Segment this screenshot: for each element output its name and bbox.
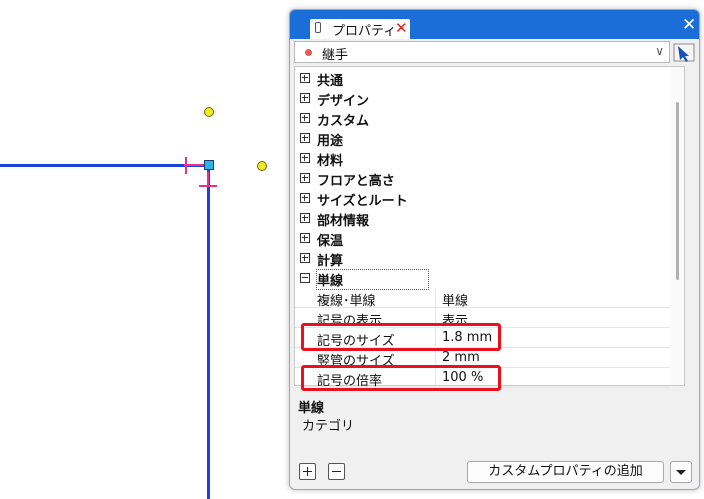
property-value[interactable]: 2 mm <box>442 350 480 365</box>
property-name: 複線･単線 <box>317 294 376 309</box>
expand-icon[interactable] <box>300 133 310 143</box>
category-common[interactable]: 共通 <box>295 69 670 89</box>
grip-circle-top[interactable] <box>204 107 214 117</box>
category-material[interactable]: 材料 <box>295 149 670 169</box>
highlight-symbol-scale <box>301 365 501 391</box>
category-label: 共通 <box>317 74 344 89</box>
panel-close-icon[interactable]: ✕ <box>682 15 696 35</box>
expand-icon[interactable] <box>300 113 310 123</box>
category-label: 計算 <box>317 254 344 269</box>
scrollbar-thumb[interactable] <box>676 102 679 280</box>
category-label: サイズとルート <box>317 194 408 209</box>
cursor-select-icon <box>673 43 695 62</box>
category-label: 材料 <box>317 154 344 169</box>
description-text: カテゴリ <box>302 419 355 434</box>
description-pane: 単線 カテゴリ <box>294 394 694 460</box>
description-title: 単線 <box>298 401 325 416</box>
expand-icon[interactable] <box>300 153 310 163</box>
category-label: 用途 <box>317 134 344 149</box>
chevron-down-icon[interactable]: ∨ <box>655 44 664 58</box>
expand-icon[interactable] <box>300 233 310 243</box>
category-calculation[interactable]: 計算 <box>295 249 670 269</box>
category-label: デザイン <box>317 94 370 109</box>
horizontal-pipe[interactable] <box>0 164 208 167</box>
tab-close-icon[interactable]: ✕ <box>395 19 408 37</box>
tab-properties[interactable]: プロパティ ✕ <box>310 19 410 39</box>
category-label: フロアと高さ <box>317 174 395 189</box>
collapse-all-button[interactable] <box>328 463 345 480</box>
object-type-select[interactable]: 継手 ∨ <box>294 41 670 63</box>
vertical-pipe[interactable] <box>207 165 210 499</box>
add-custom-property-button[interactable]: カスタムプロパティの追加 <box>467 461 664 483</box>
category-design[interactable]: デザイン <box>295 89 670 109</box>
document-icon <box>315 22 321 33</box>
category-label: カスタム <box>317 114 370 129</box>
property-row[interactable]: 複線･単線 単線 <box>295 289 670 309</box>
category-label: 単線 <box>315 269 430 290</box>
object-type-value: 継手 <box>322 48 349 63</box>
object-type-icon <box>305 49 312 56</box>
category-floor-height[interactable]: フロアと高さ <box>295 169 670 189</box>
joint-tick-stem <box>207 172 209 186</box>
category-size-route[interactable]: サイズとルート <box>295 189 670 209</box>
expand-icon[interactable] <box>300 93 310 103</box>
expand-icon[interactable] <box>300 73 310 83</box>
category-custom[interactable]: カスタム <box>295 109 670 129</box>
expand-icon[interactable] <box>300 253 310 263</box>
add-custom-property-dropdown[interactable] <box>670 461 692 483</box>
expand-icon[interactable] <box>300 173 310 183</box>
category-single-line[interactable]: 単線 <box>295 269 670 290</box>
highlight-symbol-size <box>301 323 501 351</box>
property-value[interactable]: 単線 <box>442 290 468 309</box>
category-label: 保温 <box>317 234 344 249</box>
grip-circle-right[interactable] <box>257 161 267 171</box>
expand-all-button[interactable] <box>299 463 316 480</box>
properties-panel: プロパティ ✕ ✕ 継手 ∨ 共通 デザイン カスタム 用途 材料 フロアと高さ… <box>289 9 700 490</box>
category-usage[interactable]: 用途 <box>295 129 670 149</box>
property-grid: 共通 デザイン カスタム 用途 材料 フロアと高さ サイズとルート 部材情報 保… <box>294 66 685 391</box>
collapse-icon[interactable] <box>300 273 310 283</box>
grip-square-joint[interactable] <box>204 160 214 170</box>
select-objects-button[interactable] <box>673 42 695 63</box>
category-insulation[interactable]: 保温 <box>295 229 670 249</box>
category-part-info[interactable]: 部材情報 <box>295 209 670 229</box>
tab-label: プロパティ <box>332 24 397 39</box>
expand-icon[interactable] <box>300 193 310 203</box>
expand-icon[interactable] <box>300 213 310 223</box>
joint-tick-horizontal-top <box>184 164 206 166</box>
category-label: 部材情報 <box>317 214 370 229</box>
